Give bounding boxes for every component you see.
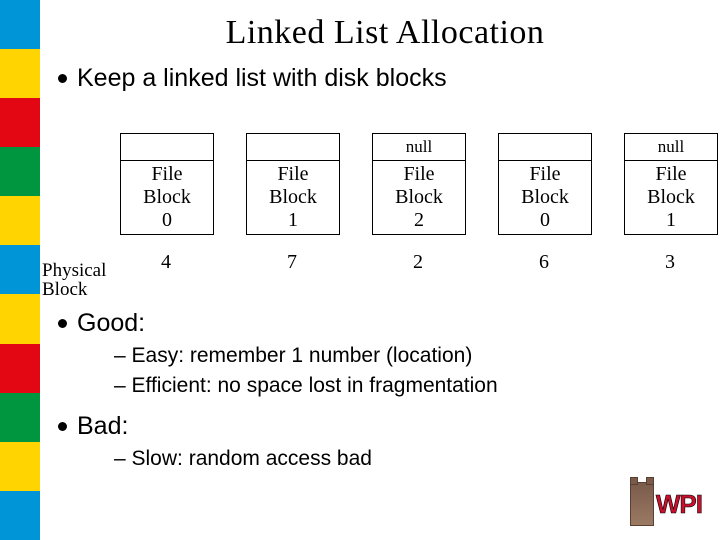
bullet-dot-icon	[58, 74, 67, 83]
file-block: nullFile Block 2	[372, 133, 466, 235]
sub-bullet: – Efficient: no space lost in fragmentat…	[114, 373, 720, 399]
block-pointer-cell	[121, 134, 213, 161]
physical-block-number: 3	[624, 251, 716, 274]
file-block: nullFile Block 1	[624, 133, 718, 235]
block-label: File Block 0	[121, 161, 213, 234]
sub-bullet: – Slow: random access bad	[114, 446, 720, 472]
block-label: File Block 1	[625, 161, 717, 234]
bullet-text: Keep a linked list with disk blocks	[77, 62, 447, 95]
file-block: File Block 1	[246, 133, 340, 235]
bullet-keep: Keep a linked list with disk blocks	[58, 62, 720, 95]
bullet-bad: Bad:	[58, 410, 720, 443]
tower-icon	[630, 482, 654, 526]
block-label: File Block 2	[373, 161, 465, 234]
file-block: File Block 0	[498, 133, 592, 235]
bullet-dot-icon	[58, 422, 67, 431]
wpi-logo: WPI	[630, 482, 702, 526]
slide-content: Linked List Allocation Keep a linked lis…	[50, 0, 720, 540]
wpi-text: WPI	[656, 489, 702, 520]
physical-block-number: 4	[120, 251, 212, 274]
sub-bullet: – Easy: remember 1 number (location)	[114, 343, 720, 369]
bullet-good: Good:	[58, 307, 720, 340]
file-block: File Block 0	[120, 133, 214, 235]
slide-title: Linked List Allocation	[50, 14, 720, 52]
block-pointer-cell: null	[625, 134, 717, 161]
decorative-color-stripe	[0, 0, 40, 540]
block-pointer-cell	[499, 134, 591, 161]
physical-block-number: 2	[372, 251, 464, 274]
bullet-dot-icon	[58, 319, 67, 328]
bullet-text: Bad:	[77, 410, 128, 443]
block-label: File Block 0	[499, 161, 591, 234]
bullet-text: Good:	[77, 307, 145, 340]
physical-block-label: Physical Block	[42, 261, 106, 301]
physical-block-number: 6	[498, 251, 590, 274]
linked-list-diagram: Physical Block File Block 04File Block 1…	[50, 103, 720, 303]
physical-block-number: 7	[246, 251, 338, 274]
block-label: File Block 1	[247, 161, 339, 234]
block-pointer-cell	[247, 134, 339, 161]
block-pointer-cell: null	[373, 134, 465, 161]
